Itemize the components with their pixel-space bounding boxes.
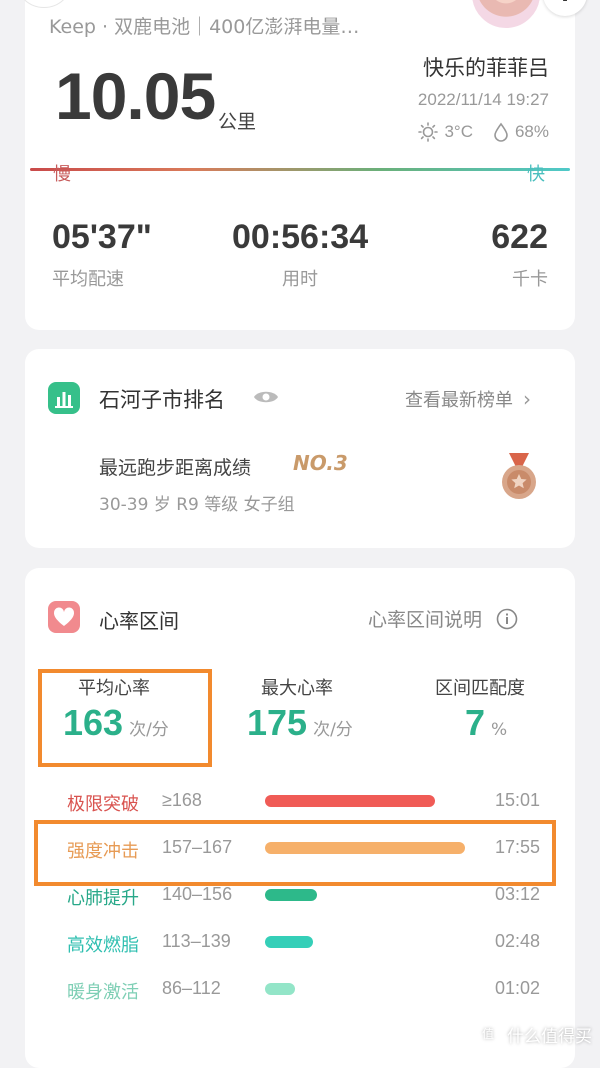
zone-bar bbox=[265, 889, 317, 901]
zone-highlight-box bbox=[34, 820, 556, 886]
ranking-chart-icon bbox=[48, 382, 80, 414]
zone-time: 01:02 bbox=[495, 978, 541, 998]
watermark-text: 什么值得买 bbox=[507, 1026, 592, 1047]
zone-time: 03:12 bbox=[495, 884, 541, 904]
temperature: 3°C bbox=[444, 122, 473, 141]
zone-name: 暖身激活 bbox=[67, 982, 139, 1003]
calories-label: 千卡 bbox=[512, 269, 548, 290]
zone-name: 心肺提升 bbox=[67, 888, 139, 909]
duration-label: 用时 bbox=[282, 269, 318, 290]
chevron-right-icon: › bbox=[523, 387, 531, 411]
ranking-card[interactable]: 石河子市排名 查看最新榜单 › 最远跑步距离成绩 NO.3 30-39 岁 R9… bbox=[25, 349, 575, 548]
zone-time: 02:48 bbox=[495, 931, 541, 951]
heart-rate-title: 心率区间 bbox=[99, 609, 179, 633]
distance-unit: 公里 bbox=[218, 111, 257, 133]
zone-bar bbox=[265, 795, 435, 807]
ranking-title: 石河子市排名 bbox=[99, 388, 225, 412]
fast-label: 快 bbox=[527, 164, 545, 185]
humidity-drop-icon bbox=[494, 122, 508, 142]
zone-name: 高效燃脂 bbox=[67, 935, 139, 956]
user-name[interactable]: 快乐的菲菲吕 bbox=[423, 52, 549, 82]
zone-time: 15:01 bbox=[495, 790, 541, 810]
watermark-logo-icon: 值 bbox=[475, 1021, 501, 1047]
match-value: 7% bbox=[465, 702, 508, 743]
eye-icon[interactable] bbox=[253, 387, 279, 407]
run-datetime: 2022/11/14 19:27 bbox=[417, 90, 549, 109]
calories-value: 622 bbox=[491, 218, 548, 256]
info-icon bbox=[496, 608, 518, 629]
bronze-medal-icon bbox=[502, 453, 536, 499]
pace-gradient-bar bbox=[30, 168, 570, 171]
heart-rate-card: 心率区间 心率区间说明 平均心率 163 次/分 最大心率 175 次/分 区间匹配… bbox=[25, 568, 575, 1068]
zone-bar bbox=[265, 983, 295, 995]
zone-range: 86–112 bbox=[162, 978, 221, 998]
zone-name: 极限突破 bbox=[67, 794, 139, 815]
distance-value: 10.05 bbox=[55, 59, 216, 133]
heart-rate-help-label: 心率区间说明 bbox=[368, 609, 483, 631]
back-button[interactable] bbox=[15, 0, 73, 8]
rank-number: NO.3 bbox=[293, 451, 348, 475]
heart-icon bbox=[48, 601, 80, 633]
latest-ranking-link[interactable]: 查看最新榜单 › bbox=[405, 386, 531, 412]
max-hr-value: 175 次/分 bbox=[247, 702, 353, 743]
achievement-text: 最远跑步距离成绩 bbox=[99, 457, 252, 479]
more-icon[interactable]: ⋮ bbox=[543, 0, 587, 16]
watermark: 值 什么值得买 bbox=[475, 1021, 592, 1047]
run-summary-card: Keep · 双鹿电池｜400亿澎湃电量… ⋮ 10.05 公里 快乐的菲菲吕 … bbox=[15, 0, 587, 330]
heart-rate-help-link[interactable]: 心率区间说明 bbox=[368, 605, 518, 632]
weather-row: 3°C 68% bbox=[418, 122, 549, 142]
avatar[interactable] bbox=[470, 0, 542, 30]
zone-bar bbox=[265, 936, 313, 948]
avg-pace-label: 平均配速 bbox=[52, 269, 124, 290]
slow-label: 慢 bbox=[53, 164, 71, 185]
latest-ranking-label: 查看最新榜单 bbox=[405, 390, 513, 411]
avg-pace-value: 05'37" bbox=[52, 218, 152, 256]
max-hr-label: 最大心率 bbox=[261, 678, 333, 699]
zone-range: 113–139 bbox=[162, 931, 231, 951]
sun-icon bbox=[418, 122, 439, 142]
zone-range: ≥168 bbox=[162, 790, 202, 810]
match-unit: % bbox=[491, 720, 508, 740]
ranking-group: 30-39 岁 R9 等级 女子组 bbox=[99, 495, 295, 515]
avg-hr-highlight-box bbox=[38, 669, 212, 767]
max-hr-unit: 次/分 bbox=[313, 720, 353, 740]
match-label: 区间匹配度 bbox=[435, 678, 525, 699]
sponsor-text: Keep · 双鹿电池｜400亿澎湃电量… bbox=[49, 16, 360, 38]
zone-range: 140–156 bbox=[162, 884, 233, 904]
duration-value: 00:56:34 bbox=[232, 218, 369, 256]
humidity: 68% bbox=[514, 122, 549, 141]
